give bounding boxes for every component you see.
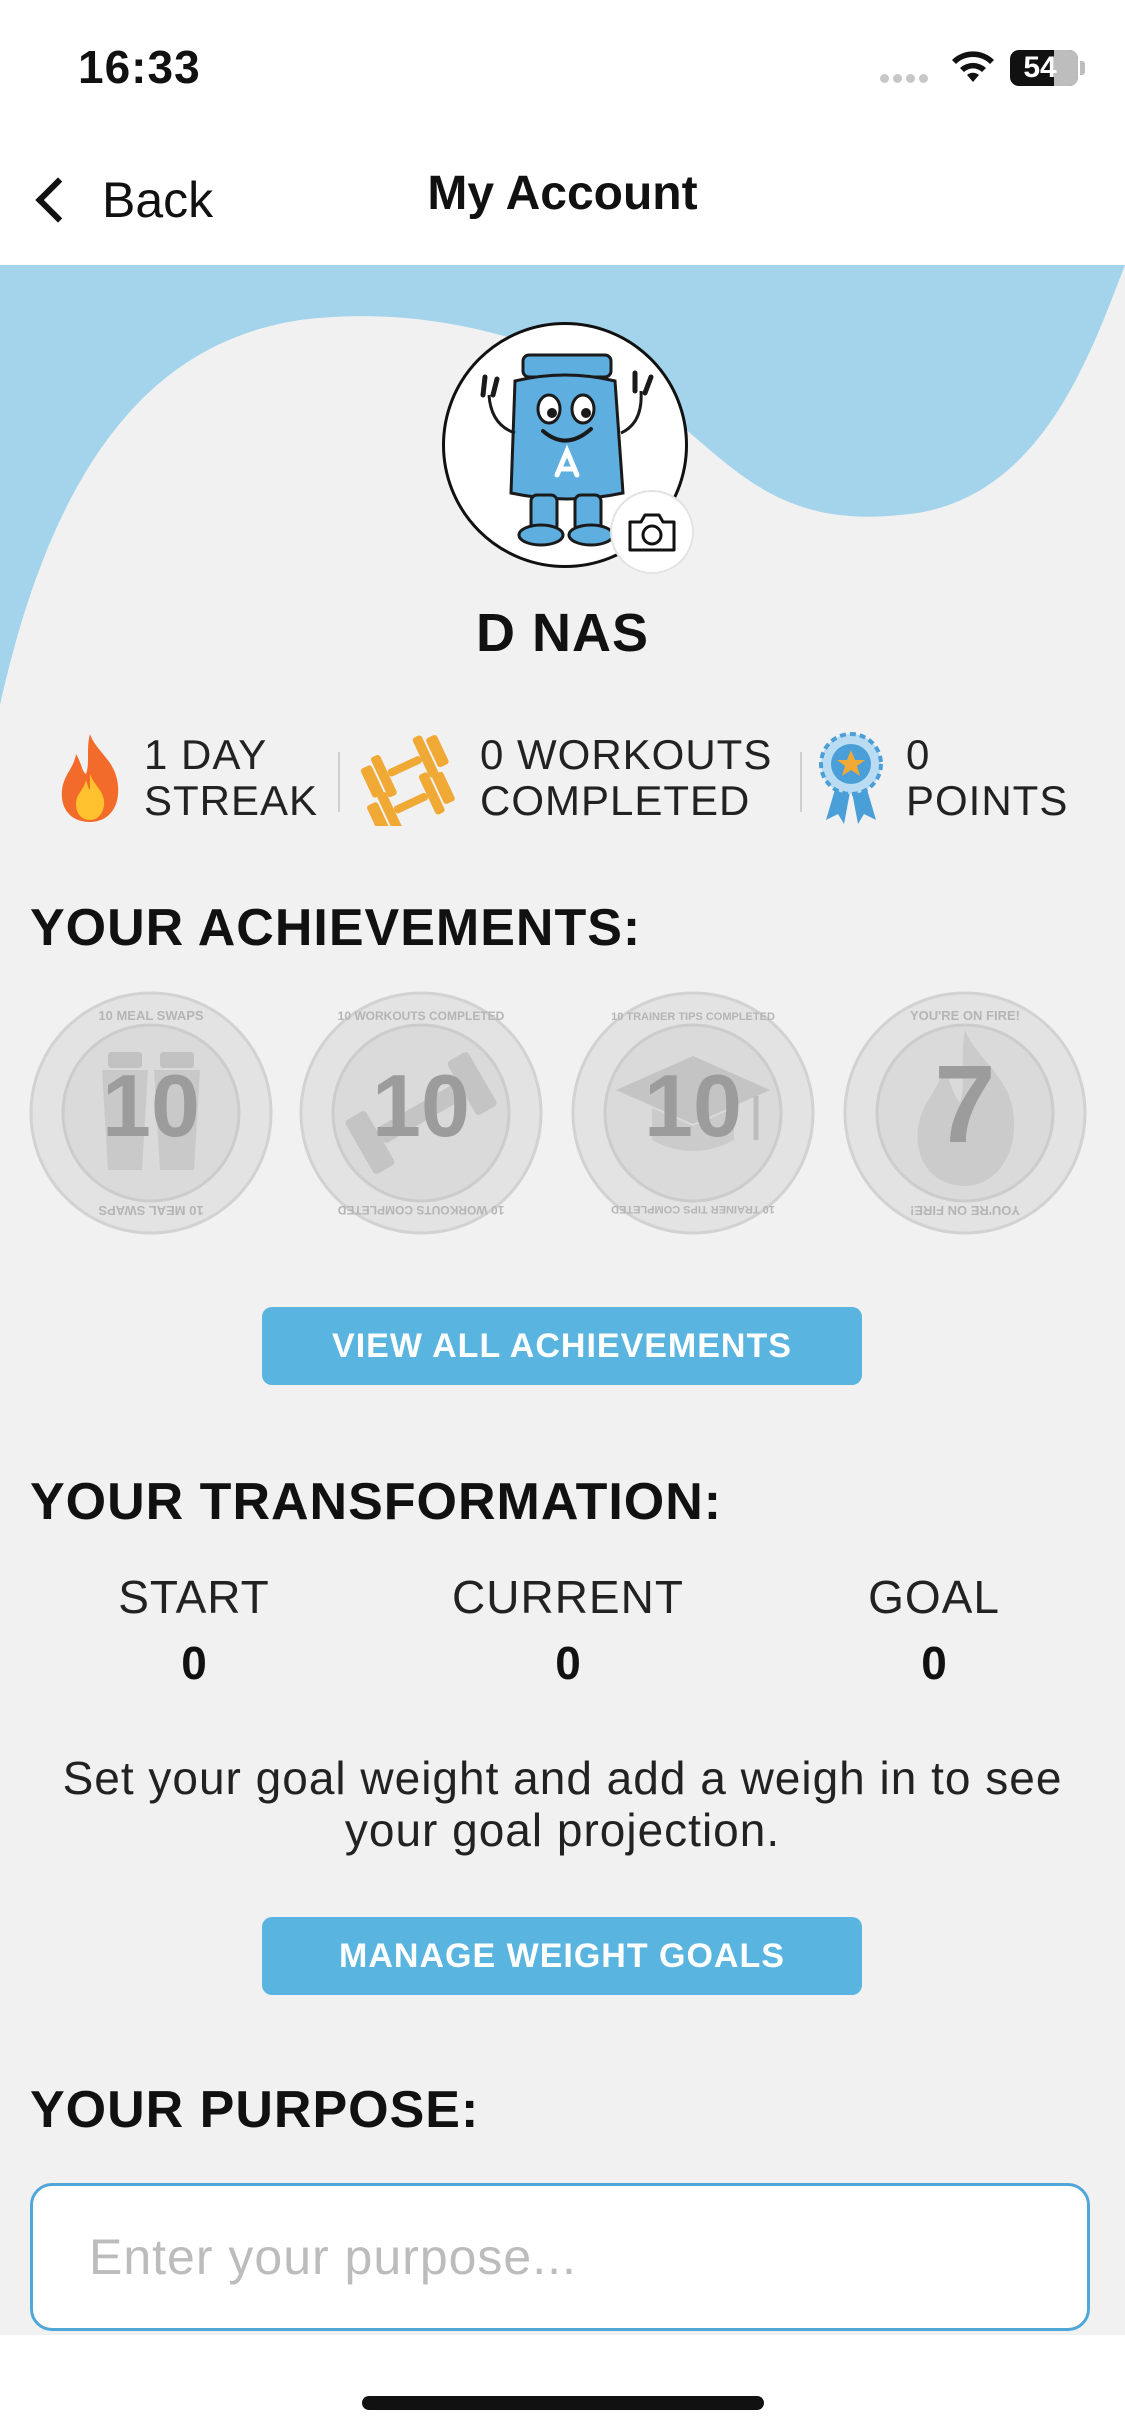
badge-number: 10 <box>372 1056 470 1155</box>
badge-ring-text: 10 MEAL SWAPS <box>98 1203 204 1218</box>
purpose-heading: YOUR PURPOSE: <box>30 2081 480 2139</box>
achievements-heading: YOUR ACHIEVEMENTS: <box>30 899 642 957</box>
stat-streak: 1 DAY STREAK <box>52 730 318 826</box>
ribbon-award-icon <box>819 732 883 824</box>
badge-ring-text: 10 WORKOUTS COMPLETED <box>338 1009 505 1023</box>
start-label: START <box>118 1571 270 1623</box>
badge-trainer-tips[interactable]: 10 10 TRAINER TIPS COMPLETED 10 TRAINER … <box>570 990 816 1236</box>
stat-divider <box>800 752 802 812</box>
signal-icon <box>880 70 932 83</box>
transformation-goal: GOAL 0 <box>784 1570 1084 1690</box>
stat-workouts: 0 WORKOUTS COMPLETED <box>354 730 772 826</box>
start-value: 0 <box>181 1637 207 1689</box>
wifi-icon <box>948 48 998 91</box>
badge-on-fire[interactable]: 7 YOU'RE ON FIRE! YOU'RE ON FIRE! <box>842 990 1088 1236</box>
goal-label: GOAL <box>868 1571 1000 1623</box>
badge-number: 10 <box>102 1056 200 1155</box>
camera-icon <box>628 513 676 552</box>
badge-ring-text: 10 MEAL SWAPS <box>98 1008 204 1023</box>
flame-icon <box>61 734 119 822</box>
current-value: 0 <box>555 1637 581 1689</box>
workouts-label: COMPLETED <box>480 777 751 824</box>
streak-value: 1 DAY <box>144 731 268 778</box>
transformation-heading: YOUR TRANSFORMATION: <box>30 1473 723 1531</box>
badge-meal-swaps[interactable]: 10 10 MEAL SWAPS 10 MEAL SWAPS <box>28 990 274 1236</box>
current-label: CURRENT <box>452 1571 684 1623</box>
battery-level: 54 <box>1023 51 1057 84</box>
goal-value: 0 <box>921 1637 947 1689</box>
bottom-safe-area <box>0 2335 1125 2436</box>
badge-ring-text: YOU'RE ON FIRE! <box>910 1203 1020 1218</box>
change-photo-button[interactable] <box>612 492 692 572</box>
badge-workouts[interactable]: 10 10 WORKOUTS COMPLETED 10 WORKOUTS COM… <box>298 990 544 1236</box>
badge-number: 10 <box>644 1056 742 1155</box>
badge-ring-text: 10 TRAINER TIPS COMPLETED <box>611 1011 775 1023</box>
home-indicator[interactable] <box>362 2396 764 2410</box>
stat-points: 0 POINTS <box>816 730 1068 826</box>
points-value: 0 <box>906 731 931 778</box>
status-time: 16:33 <box>78 41 201 93</box>
points-label: POINTS <box>906 777 1069 824</box>
dumbbell-icon <box>360 735 455 826</box>
badge-ring-text: YOU'RE ON FIRE! <box>910 1008 1020 1023</box>
badge-number: 7 <box>934 1043 995 1166</box>
stat-divider <box>338 752 340 812</box>
battery-tip <box>1080 61 1085 75</box>
manage-weight-goals-button[interactable]: MANAGE WEIGHT GOALS <box>262 1917 862 1995</box>
view-all-achievements-button[interactable]: VIEW ALL ACHIEVEMENTS <box>262 1307 862 1385</box>
transformation-start: START 0 <box>44 1570 344 1690</box>
workouts-value: 0 WORKOUTS <box>480 731 773 778</box>
transformation-current: CURRENT 0 <box>418 1570 718 1690</box>
badge-ring-text: 10 TRAINER TIPS COMPLETED <box>611 1203 775 1215</box>
streak-label: STREAK <box>144 777 319 824</box>
user-name: D NAS <box>475 603 649 663</box>
page-title: My Account <box>427 167 698 220</box>
badge-ring-text: 10 WORKOUTS COMPLETED <box>337 1203 504 1217</box>
battery-icon: 54 <box>1010 50 1078 86</box>
goal-projection-hint: Set your goal weight and add a weigh in … <box>62 1752 1063 1856</box>
purpose-input[interactable] <box>30 2183 1090 2331</box>
